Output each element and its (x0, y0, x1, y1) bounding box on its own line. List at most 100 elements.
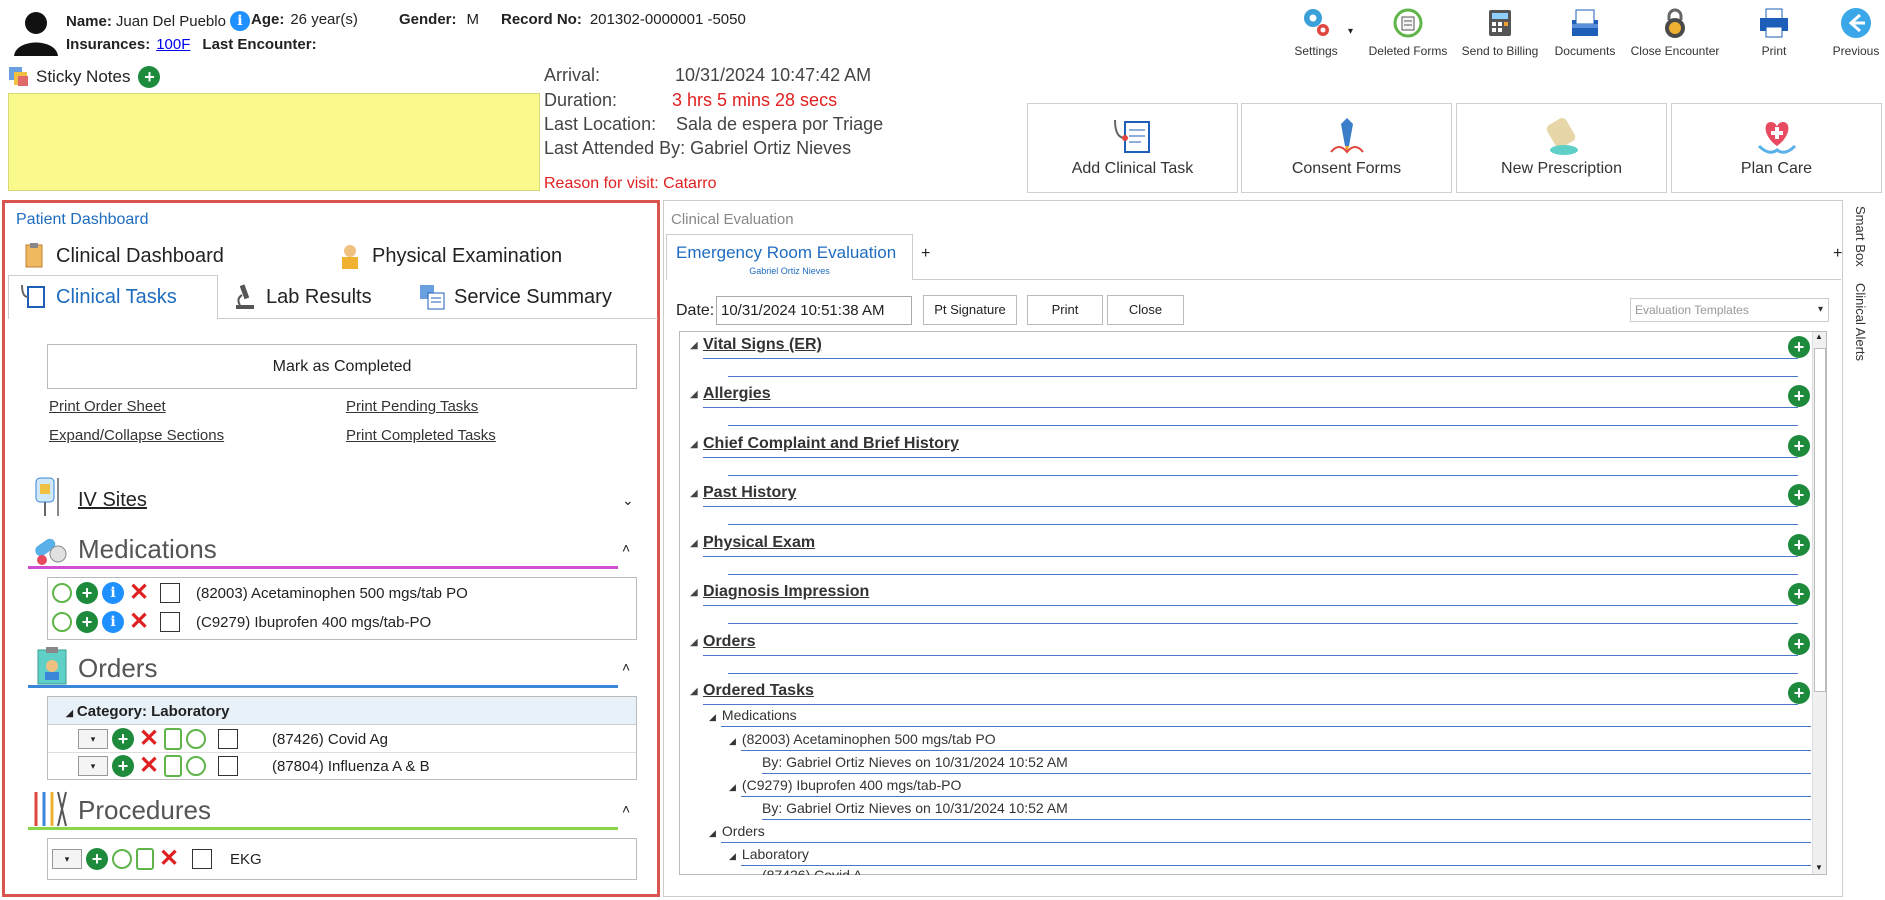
print-pending-tasks-link[interactable]: Print Pending Tasks (346, 398, 478, 415)
refresh-icon[interactable] (52, 583, 72, 603)
add-icon[interactable]: + (76, 582, 98, 604)
add-icon[interactable]: + (1788, 534, 1810, 556)
tab-clinical-dashboard[interactable]: Clinical Dashboard (20, 242, 224, 270)
checkbox[interactable] (218, 729, 238, 749)
settings-label: Settings (1294, 44, 1338, 58)
chevron-up-icon[interactable]: ˄ (622, 540, 630, 556)
summary-icon (420, 285, 445, 310)
name-label: Name: (66, 12, 112, 30)
info-icon[interactable]: i (102, 582, 124, 604)
smart-box-tab[interactable]: Smart Box (1848, 206, 1878, 276)
pt-signature-button[interactable]: Pt Signature (923, 295, 1017, 325)
print-order-sheet-link[interactable]: Print Order Sheet (49, 398, 166, 415)
sticky-notes-area[interactable] (8, 93, 540, 191)
deleted-forms-button[interactable]: Deleted Forms (1363, 6, 1453, 58)
print-completed-tasks-link[interactable]: Print Completed Tasks (346, 427, 496, 444)
add-panel-icon[interactable]: + (1833, 245, 1842, 263)
add-tab-icon[interactable]: + (921, 245, 930, 263)
document-icon[interactable] (136, 848, 154, 870)
add-icon[interactable]: + (1788, 435, 1810, 457)
checkbox[interactable] (192, 849, 212, 869)
section-past-history[interactable]: ◢ Past History + (680, 482, 1810, 525)
add-icon[interactable]: + (1788, 633, 1810, 655)
section-orders[interactable]: ◢ Orders + (680, 631, 1810, 674)
previous-button[interactable]: Previous (1806, 6, 1885, 58)
add-icon[interactable]: + (1788, 385, 1810, 407)
status-dropdown[interactable]: ▾ (78, 756, 108, 776)
tab-emergency-room-evaluation[interactable]: Emergency Room Evaluation Gabriel Ortiz … (666, 234, 913, 280)
evaluation-print-button[interactable]: Print (1027, 295, 1103, 325)
chevron-up-icon[interactable]: ˄ (622, 801, 630, 817)
section-ordered-tasks[interactable]: ◢ Ordered Tasks + (680, 680, 1810, 718)
clinical-alerts-tab[interactable]: Clinical Alerts (1848, 283, 1878, 373)
expand-collapse-link[interactable]: Expand/Collapse Sections (49, 427, 224, 444)
checkbox[interactable] (218, 756, 238, 776)
add-icon[interactable]: + (112, 755, 134, 777)
scrollbar[interactable]: ▲ ▼ (1812, 332, 1826, 874)
delete-icon[interactable]: ✕ (138, 754, 160, 778)
insurance-link[interactable]: 100F (156, 36, 190, 53)
add-icon[interactable]: + (1788, 336, 1810, 358)
add-icon[interactable]: + (1788, 484, 1810, 506)
delete-icon[interactable]: ✕ (128, 581, 150, 605)
chevron-down-icon[interactable]: ⌄ (622, 492, 634, 509)
scroll-up-icon[interactable]: ▲ (1815, 332, 1823, 341)
back-arrow-icon (1841, 8, 1871, 38)
plan-care-button[interactable]: Plan Care (1671, 103, 1882, 193)
chevron-down-icon: ▾ (1817, 304, 1823, 315)
tree-med2-by: By: Gabriel Ortiz Nieves on 10/31/2024 1… (762, 800, 1068, 816)
evaluation-close-button[interactable]: Close (1107, 295, 1184, 325)
section-diagnosis-impression[interactable]: ◢ Diagnosis Impression + (680, 581, 1810, 624)
chevron-up-icon[interactable]: ˄ (622, 659, 630, 675)
section-vital-signs[interactable]: ◢ Vital Signs (ER) + (680, 334, 1810, 377)
document-icon[interactable] (164, 728, 182, 750)
document-icon[interactable] (164, 755, 182, 777)
tree-medications[interactable]: ◢ Medications (709, 707, 797, 723)
iv-sites-title[interactable]: IV Sites (78, 489, 147, 512)
add-icon[interactable]: + (112, 728, 134, 750)
add-sticky-note-icon[interactable]: + (138, 66, 161, 88)
delete-icon[interactable]: ✕ (158, 847, 180, 871)
close-encounter-button[interactable]: Close Encounter (1630, 6, 1720, 58)
alarm-clock-icon[interactable] (112, 849, 132, 869)
checkbox[interactable] (160, 583, 180, 603)
settings-dropdown-icon[interactable]: ▾ (1348, 26, 1353, 37)
delete-icon[interactable]: ✕ (138, 727, 160, 751)
refresh-icon[interactable] (186, 729, 206, 749)
consent-forms-button[interactable]: Consent Forms (1241, 103, 1452, 193)
documents-button[interactable]: Documents (1540, 6, 1630, 58)
scroll-down-icon[interactable]: ▼ (1815, 863, 1823, 872)
checkbox[interactable] (160, 612, 180, 632)
tree-med1-by: By: Gabriel Ortiz Nieves on 10/31/2024 1… (762, 754, 1068, 770)
section-chief-complaint[interactable]: ◢ Chief Complaint and Brief History + (680, 433, 1810, 476)
section-allergies[interactable]: ◢ Allergies + (680, 383, 1810, 426)
patient-info-icon[interactable]: i (229, 11, 250, 31)
add-icon[interactable]: + (1788, 682, 1810, 704)
mark-as-completed-button[interactable]: Mark as Completed (47, 344, 637, 389)
tab-divider (913, 279, 1841, 280)
scrollbar-thumb[interactable] (1814, 348, 1826, 692)
add-icon[interactable]: + (1788, 583, 1810, 605)
tree-laboratory[interactable]: ◢ Laboratory (729, 846, 809, 862)
send-to-billing-button[interactable]: Send to Billing (1455, 6, 1545, 58)
delete-icon[interactable]: ✕ (128, 610, 150, 634)
status-dropdown[interactable]: ▾ (52, 849, 82, 869)
tab-service-summary[interactable]: Service Summary (418, 283, 612, 311)
refresh-icon[interactable] (186, 756, 206, 776)
section-physical-exam[interactable]: ◢ Physical Exam + (680, 532, 1810, 575)
tab-physical-examination[interactable]: Physical Examination (336, 242, 562, 270)
add-icon[interactable]: + (86, 848, 108, 870)
refresh-icon[interactable] (52, 612, 72, 632)
evaluation-templates-select[interactable]: Evaluation Templates ▾ (1630, 298, 1829, 322)
tab-lab-results[interactable]: Lab Results (230, 283, 372, 311)
add-clinical-task-button[interactable]: Add Clinical Task (1027, 103, 1238, 193)
tree-med2[interactable]: ◢ (C9279) Ibuprofen 400 mgs/tab-PO (729, 777, 961, 793)
new-prescription-button[interactable]: New Prescription (1456, 103, 1667, 193)
tree-med1[interactable]: ◢ (82003) Acetaminophen 500 mgs/tab PO (729, 731, 996, 747)
status-dropdown[interactable]: ▾ (78, 729, 108, 749)
tree-orders[interactable]: ◢ Orders (709, 823, 765, 839)
info-icon[interactable]: i (102, 611, 124, 633)
tab-clinical-tasks[interactable]: Clinical Tasks (20, 283, 177, 311)
date-field[interactable]: 10/31/2024 10:51:38 AM (716, 296, 912, 325)
add-icon[interactable]: + (76, 611, 98, 633)
